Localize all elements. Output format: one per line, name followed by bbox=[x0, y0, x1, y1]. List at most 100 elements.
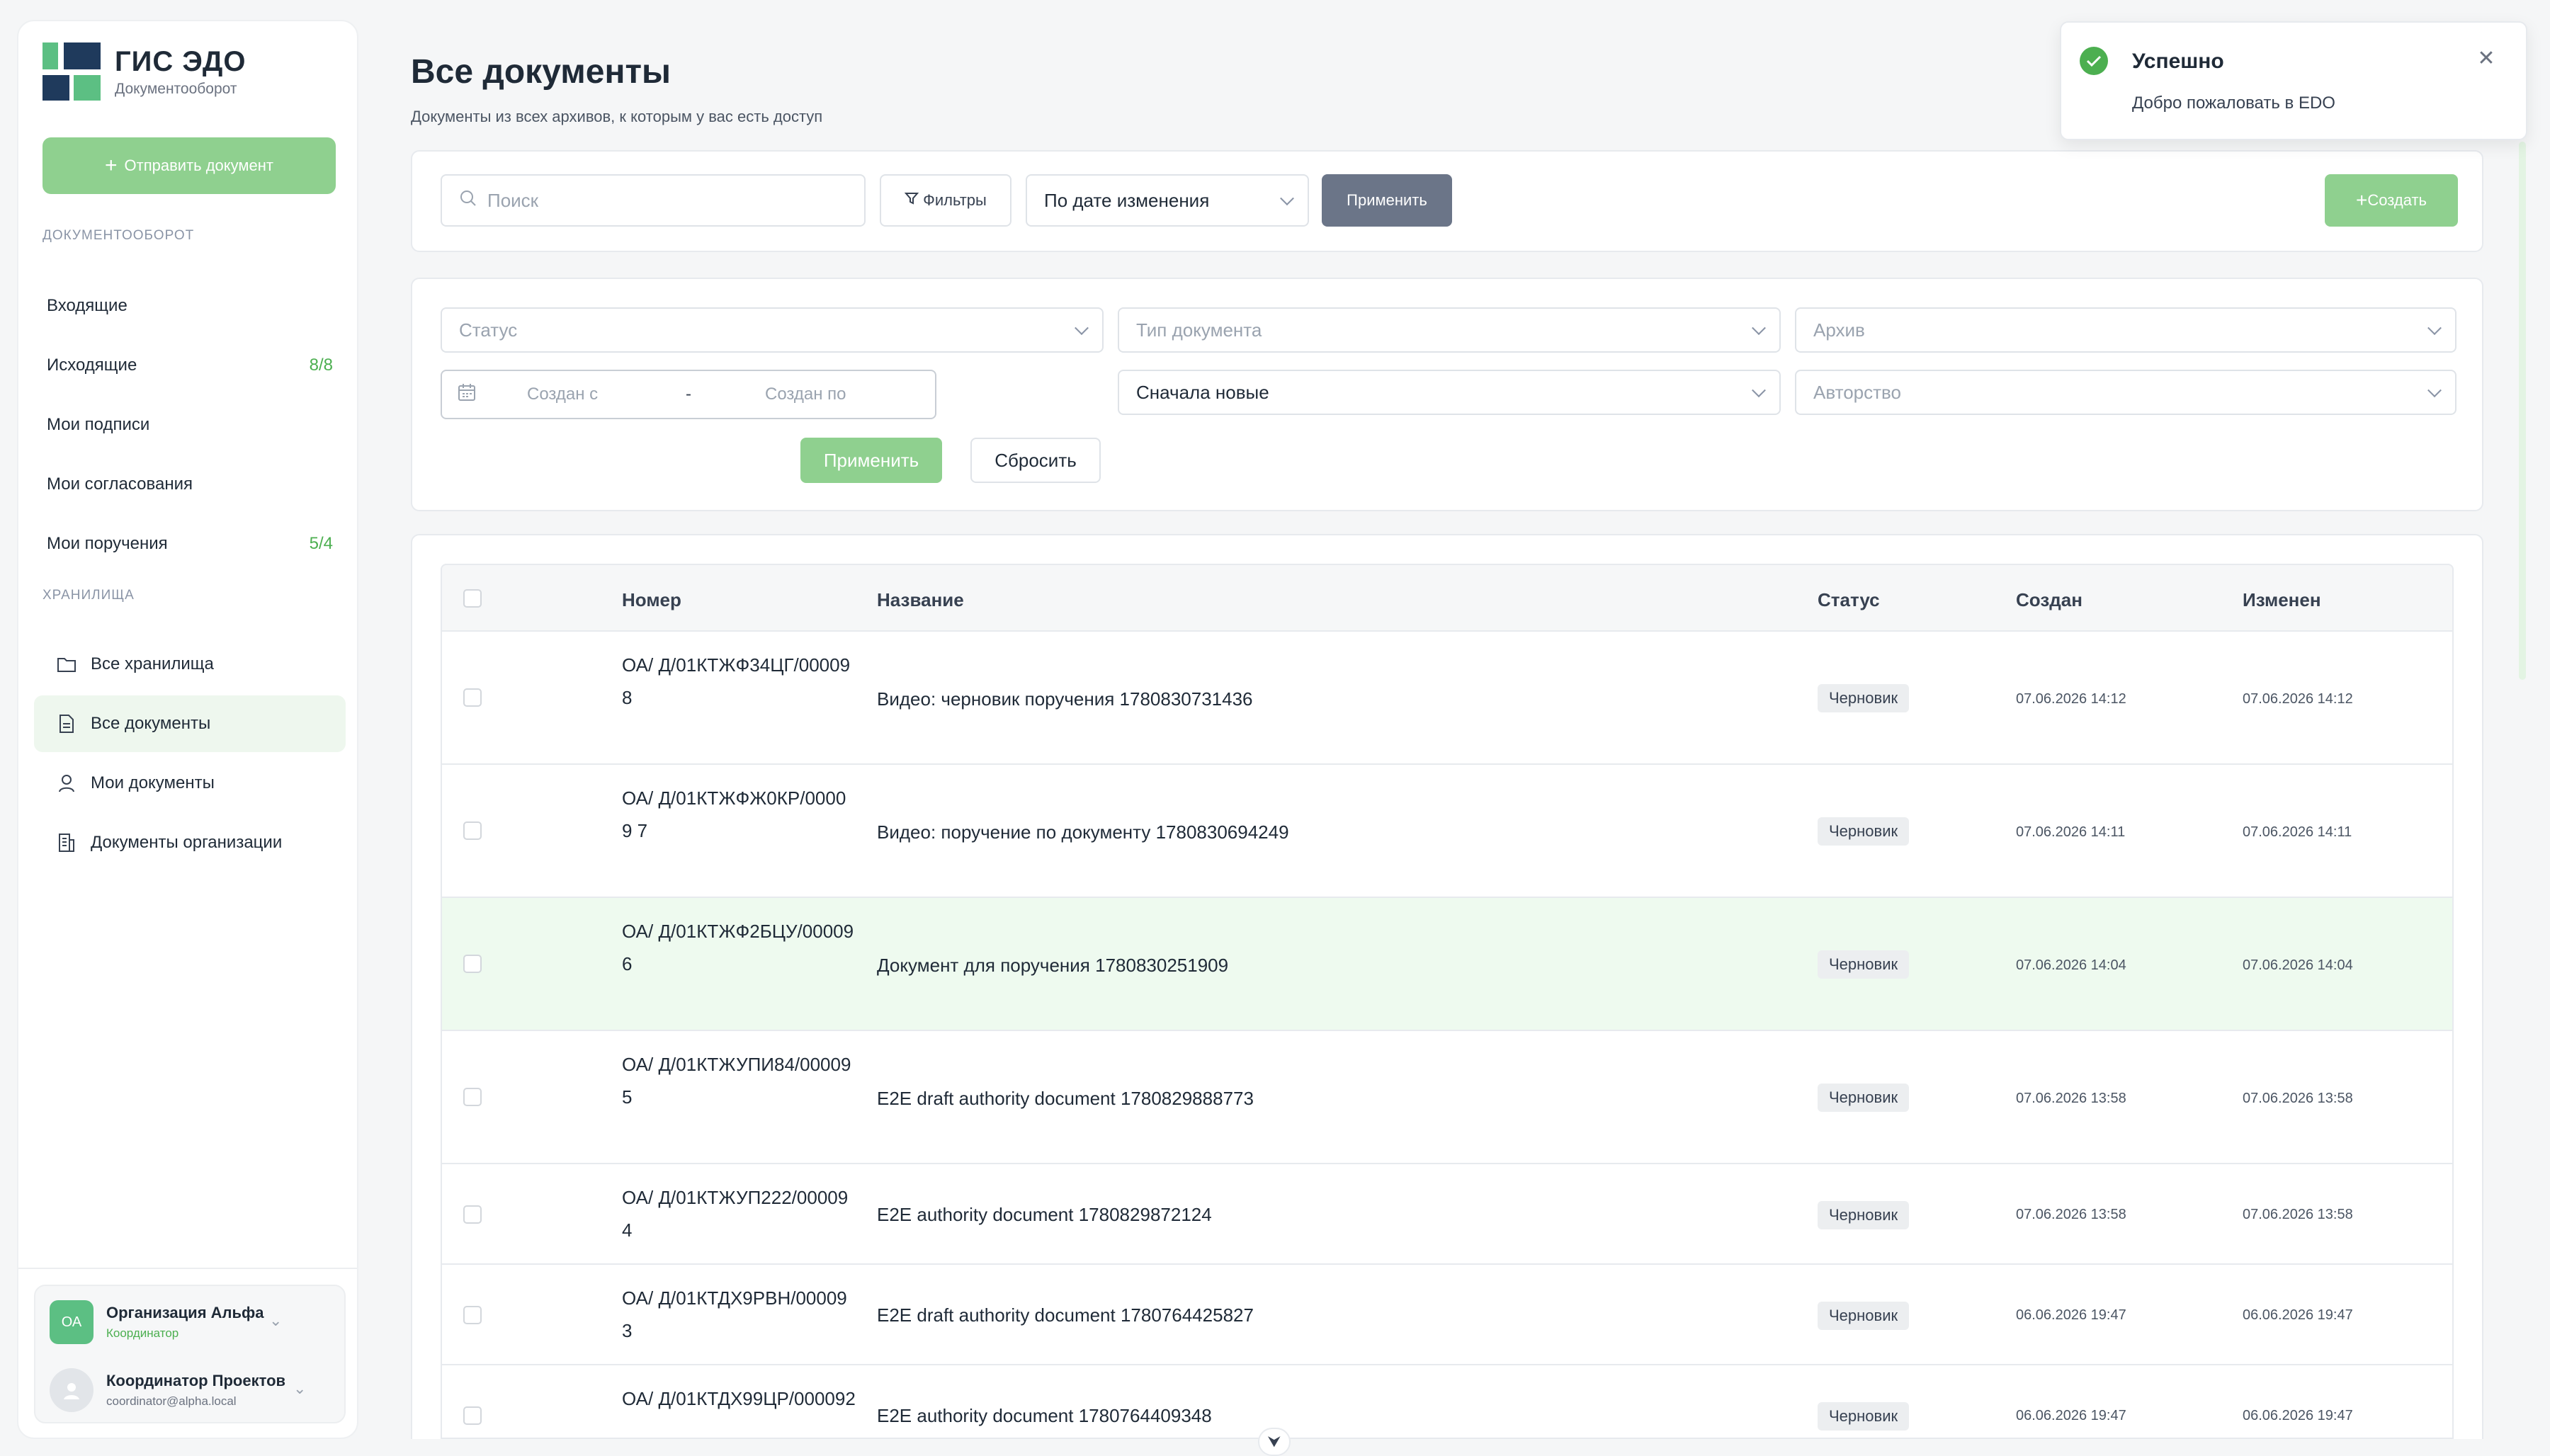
filter-icon bbox=[904, 191, 919, 210]
document-name[interactable]: Документ для поручения 1780830251909 bbox=[877, 955, 1228, 977]
authorship-placeholder: Авторство bbox=[1813, 381, 1902, 403]
table-row[interactable]: ОА/ Д/01КТЖФ2БЦУ/00009 6 Документ для по… bbox=[441, 898, 2454, 1031]
sidebar-item-my-documents[interactable]: Мои документы bbox=[34, 755, 346, 812]
toast-message: Добро пожаловать в EDO bbox=[2132, 93, 2335, 113]
sidebar-item-outgoing[interactable]: Исходящие 8/8 bbox=[34, 337, 346, 394]
created-date: 07.06.2026 14:11 bbox=[2016, 824, 2126, 840]
document-name[interactable]: E2E draft authority document 17808298887… bbox=[877, 1088, 1254, 1110]
created-date: 07.06.2026 14:12 bbox=[2016, 691, 2126, 707]
column-header-created[interactable]: Создан bbox=[2016, 589, 2082, 611]
table-row[interactable]: ОА/ Д/01КТДХ99ЦР/000092 E2E authority do… bbox=[441, 1365, 2454, 1439]
column-header-modified[interactable]: Изменен bbox=[2243, 589, 2321, 611]
table-row[interactable]: ОА/ Д/01КТДХ9РВН/000093 E2E draft author… bbox=[441, 1265, 2454, 1365]
chevron-down-icon[interactable]: ⌄ bbox=[293, 1380, 306, 1398]
status-placeholder: Статус bbox=[459, 319, 518, 341]
created-from-input[interactable]: Создан с bbox=[527, 385, 598, 404]
sidebar-divider bbox=[18, 1268, 357, 1269]
calendar-icon bbox=[458, 383, 476, 406]
account-panel: ОА Организация Альфа Координатор ⌄ Коорд… bbox=[34, 1285, 346, 1423]
order-value: Сначала новые bbox=[1136, 381, 1269, 403]
document-name[interactable]: E2E draft authority document 17807644258… bbox=[877, 1304, 1254, 1326]
sidebar-item-label: Мои документы bbox=[91, 773, 215, 792]
table-row[interactable]: ОА/ Д/01КТЖУПИ84/00009 5 E2E draft autho… bbox=[441, 1031, 2454, 1164]
chevron-down-icon bbox=[2427, 321, 2442, 336]
status-select[interactable]: Статус bbox=[441, 307, 1104, 353]
sidebar-item-org-documents[interactable]: Документы организации bbox=[34, 814, 346, 871]
sidebar-item-label: Все документы bbox=[91, 714, 211, 733]
row-checkbox[interactable] bbox=[463, 1406, 482, 1425]
sidebar-item-label: Документы организации bbox=[91, 833, 283, 852]
user-name: Координатор Проектов bbox=[106, 1372, 286, 1389]
row-checkbox[interactable] bbox=[463, 1306, 482, 1324]
date-range-picker[interactable]: Создан с - Создан по bbox=[441, 370, 936, 419]
row-checkbox[interactable] bbox=[463, 955, 482, 973]
document-name[interactable]: Видео: черновик поручения 1780830731436 bbox=[877, 688, 1253, 710]
sort-select[interactable]: По дате изменения bbox=[1026, 174, 1309, 227]
reset-filters-button[interactable]: Сбросить bbox=[970, 438, 1101, 483]
column-header-status[interactable]: Статус bbox=[1818, 589, 1880, 611]
created-to-input[interactable]: Создан по bbox=[765, 385, 846, 404]
sidebar-item-incoming[interactable]: Входящие bbox=[34, 278, 346, 334]
send-document-button[interactable]: + Отправить документ bbox=[42, 137, 336, 194]
table-row[interactable]: ОА/ Д/01КТЖФ34ЦГ/00009 8 Видео: черновик… bbox=[441, 632, 2454, 765]
count-badge: 8/8 bbox=[309, 356, 333, 375]
authorship-select[interactable]: Авторство bbox=[1795, 370, 2456, 415]
chevron-down-icon bbox=[1752, 321, 1766, 336]
document-name[interactable]: Видео: поручение по документу 1780830694… bbox=[877, 821, 1289, 843]
search-placeholder: Поиск bbox=[487, 189, 539, 211]
status-badge: Черновик bbox=[1818, 684, 1910, 712]
archive-select[interactable]: Архив bbox=[1795, 307, 2456, 353]
document-name[interactable]: E2E authority document 1780829872124 bbox=[877, 1204, 1212, 1226]
document-number: ОА/ Д/01КТЖУПИ84/00009 5 bbox=[622, 1054, 851, 1108]
row-checkbox[interactable] bbox=[463, 821, 482, 840]
status-badge: Черновик bbox=[1818, 950, 1910, 979]
close-icon[interactable]: ✕ bbox=[2471, 42, 2502, 74]
doctype-select[interactable]: Тип документа bbox=[1118, 307, 1781, 353]
order-select[interactable]: Сначала новые bbox=[1118, 370, 1781, 415]
modified-date: 06.06.2026 19:47 bbox=[2243, 1307, 2353, 1323]
scrollbar[interactable] bbox=[2519, 142, 2526, 680]
created-date: 06.06.2026 19:47 bbox=[2016, 1307, 2126, 1323]
column-header-number[interactable]: Номер bbox=[622, 589, 681, 611]
building-icon bbox=[57, 833, 76, 853]
archive-placeholder: Архив bbox=[1813, 319, 1865, 341]
brand-title: ГИС ЭДО bbox=[115, 45, 246, 77]
sidebar-item-all-storages[interactable]: Все хранилища bbox=[34, 636, 346, 693]
document-icon bbox=[57, 714, 76, 734]
table-row[interactable]: ОА/ Д/01КТЖФЖ0КР/00009 7 Видео: поручени… bbox=[441, 765, 2454, 898]
sidebar-item-all-documents[interactable]: Все документы bbox=[34, 695, 346, 752]
scroll-down-icon[interactable]: ⮟ bbox=[1258, 1428, 1291, 1456]
status-badge: Черновик bbox=[1818, 1302, 1910, 1330]
sidebar: ГИС ЭДО Документооборот + Отправить доку… bbox=[17, 20, 358, 1439]
column-header-name[interactable]: Название bbox=[877, 589, 964, 611]
sidebar-item-my-assignments[interactable]: Мои поручения 5/4 bbox=[34, 516, 346, 572]
logo[interactable]: ГИС ЭДО Документооборот bbox=[42, 42, 246, 101]
row-checkbox[interactable] bbox=[463, 688, 482, 707]
check-circle-icon bbox=[2080, 47, 2108, 75]
apply-sort-button[interactable]: Применить bbox=[1322, 174, 1452, 227]
document-name[interactable]: E2E authority document 1780764409348 bbox=[877, 1405, 1212, 1427]
org-role: Координатор bbox=[106, 1326, 179, 1340]
org-switcher[interactable]: ОА Организация Альфа Координатор bbox=[50, 1300, 264, 1344]
select-all-checkbox[interactable] bbox=[463, 589, 482, 608]
sidebar-item-my-signatures[interactable]: Мои подписи bbox=[34, 397, 346, 453]
chevron-down-icon bbox=[2427, 383, 2442, 398]
chevron-down-icon[interactable]: ⌄ bbox=[269, 1312, 282, 1330]
user-menu[interactable]: Координатор Проектов coordinator@alpha.l… bbox=[50, 1368, 285, 1412]
sidebar-item-label: Входящие bbox=[47, 296, 128, 315]
toast-title: Успешно bbox=[2132, 50, 2224, 73]
apply-filters-button[interactable]: Применить bbox=[800, 438, 942, 483]
status-badge: Черновик bbox=[1818, 1402, 1910, 1431]
row-checkbox[interactable] bbox=[463, 1088, 482, 1106]
sidebar-item-my-approvals[interactable]: Мои согласования bbox=[34, 456, 346, 513]
filters-button[interactable]: Фильтры bbox=[880, 174, 1012, 227]
modified-date: 07.06.2026 14:11 bbox=[2243, 824, 2352, 840]
document-number: ОА/ Д/01КТЖФ2БЦУ/00009 6 bbox=[622, 921, 854, 974]
chevron-down-icon bbox=[1752, 383, 1766, 398]
create-button[interactable]: + Создать bbox=[2325, 174, 2458, 227]
table-row[interactable]: ОА/ Д/01КТЖУП222/000094 E2E authority do… bbox=[441, 1164, 2454, 1265]
filters-label: Фильтры bbox=[923, 191, 987, 209]
row-checkbox[interactable] bbox=[463, 1205, 482, 1224]
search-input[interactable]: Поиск bbox=[441, 174, 866, 227]
status-badge: Черновик bbox=[1818, 1201, 1910, 1229]
